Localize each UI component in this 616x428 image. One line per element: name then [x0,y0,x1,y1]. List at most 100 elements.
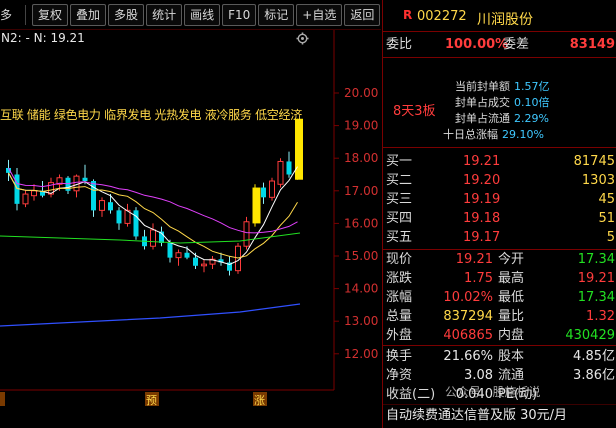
stats-label: 净资 [386,368,413,383]
candle-body [73,175,80,192]
candle-body [133,210,139,237]
price-tick-label: 20.00 [344,86,378,100]
quote-label: 总量 [386,309,413,324]
quote-row: 现价 19.21 今开 17.34 [383,251,616,269]
buy-level-price: 19.21 [463,154,501,169]
candle-body [193,257,198,266]
candle-body [167,242,173,258]
buy-level-row[interactable]: 买五 19.17 5 [383,229,616,246]
divider [383,249,616,250]
toolbar-button[interactable]: 复权 [32,3,69,26]
fengdan-value: 1.57亿 [514,80,550,93]
weicha-label: 委差 [503,37,530,52]
subscription-banner[interactable]: 自动续费通达信普及版 30元/月 [383,404,616,427]
quote-label: 涨跌 [386,271,413,286]
fengdan-value: 29.10% [502,128,544,141]
buy-level-qty: 81745 [573,154,615,169]
stats-value: 3.86亿 [573,368,615,383]
quote-row: 涨跌 1.75 最高 19.21 [383,270,616,288]
buy-level-price: 19.20 [463,173,501,188]
buy-level-label: 买二 [386,173,413,188]
buy-level-row[interactable]: 买二 19.20 1303 [383,172,616,189]
buy-level-qty: 1303 [581,173,615,188]
fengdan-row: 封单占成交 0.10倍 [455,96,615,110]
candle-body [277,160,284,185]
fengdan-key: 封单占流通 [455,112,510,125]
toolbar-button[interactable]: 返回 [344,3,381,26]
candle-body [295,118,303,180]
toolbar-button[interactable]: 画线 [184,3,221,26]
toolbar-button[interactable]: 统计 [146,3,183,26]
candle-body [116,210,122,224]
candle-body [175,252,182,259]
event-marker-label: 涨 [254,394,265,407]
quote-value: 1.75 [464,271,493,286]
settings-gear-icon[interactable] [296,32,309,45]
candle-body [150,229,156,247]
quote-value: 837294 [443,309,493,324]
stock-header: R 002272 川润股份 [383,6,616,28]
stats-label: 换手 [386,349,413,364]
candle-body [243,221,250,247]
candle-body [91,181,96,211]
candle-body [184,252,190,258]
toolbar-button[interactable]: 标记 [258,3,295,26]
weibi-label: 委比 [386,37,413,52]
price-tick-label: 15.00 [344,249,378,263]
candle-body [82,177,88,182]
fengdan-key: 当前封单额 [455,80,510,93]
stock-name: 川润股份 [477,12,533,28]
limit-board-count: 8天3板 [393,104,436,119]
watermark: 公众号 · 股施析说 [445,385,541,399]
price-tick-label: 18.00 [344,151,378,165]
buy-level-qty: 45 [598,192,615,207]
buy-level-price: 19.19 [463,192,501,207]
buy-level-qty: 5 [606,230,615,245]
quote-value: 19.21 [577,271,615,286]
quote-value: 10.02% [443,290,493,305]
buy-level-row[interactable]: 买一 19.21 81745 [383,153,616,170]
toolbar-button[interactable]: 多股 [108,3,145,26]
ma-value: N2: - N: 19.21 [1,31,85,45]
ma-indicator-label: N2: - N: 19.21 [1,31,85,45]
stats-row: 换手 21.66% 股本 4.85亿 [383,348,616,366]
buy-level-label: 买三 [386,192,413,207]
quote-label: 内盘 [498,328,525,343]
stats-label: 收益(二) [386,387,436,402]
candle-body [31,190,37,197]
divider [383,31,616,32]
stock-code: 002272 [417,9,467,24]
fengdan-row: 当前封单额 1.57亿 [455,80,615,94]
buy-level-price: 19.18 [463,211,501,226]
quote-value: 1.32 [586,309,615,324]
quote-label: 量比 [498,309,525,324]
buy-level-row[interactable]: 买四 19.18 51 [383,210,616,227]
price-tick-label: 14.00 [344,282,378,296]
event-marker [0,392,5,406]
buy-level-label: 买四 [386,211,413,226]
fengdan-value: 0.10倍 [514,96,550,109]
fengdan-row: 封单占流通 2.29% [455,112,615,126]
quote-value: 17.34 [577,252,615,267]
candle-body [201,263,207,267]
quote-label: 最低 [498,290,525,305]
chart-background [0,0,382,428]
kline-chart[interactable]: 20.00 19.00 18.00 17.00 16.00 15.00 14.00 13.00… [0,0,382,428]
price-tick-label: 16.00 [344,216,378,230]
buy-level-row[interactable]: 买三 19.19 45 [383,191,616,208]
event-marker-label: 预 [146,394,157,407]
buy-level-label: 买一 [386,154,413,169]
price-tick-label: 12.00 [344,347,378,361]
toolbar-button[interactable]: 叠加 [70,3,107,26]
candle-body [108,202,113,211]
candle-body [22,193,29,205]
candle-body [261,187,266,198]
toolbar-menu-button[interactable]: 多 [0,5,17,25]
quote-row: 总量 837294 量比 1.32 [383,308,616,326]
buy-level-label: 买五 [386,230,413,245]
divider [383,345,616,346]
app-root: 20.00 19.00 18.00 17.00 16.00 15.00 14.00 13.00… [0,0,616,428]
toolbar-button[interactable]: +自选 [296,3,343,26]
toolbar-button[interactable]: F10 [222,3,257,26]
fengdan-key: 十日总涨幅 [443,128,498,141]
